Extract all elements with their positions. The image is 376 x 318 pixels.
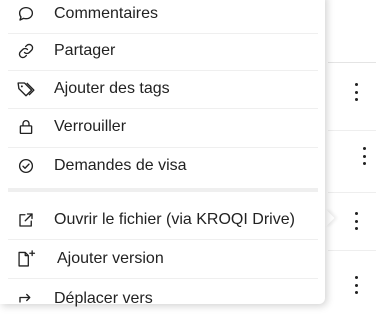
menu-item-move-to[interactable]: Déplacer vers (0, 280, 325, 318)
menu-item-open-file[interactable]: Ouvrir le fichier (via KROQI Drive) (0, 201, 325, 239)
menu-item-label: Demandes de visa (54, 157, 187, 174)
check-circle-icon (16, 156, 36, 176)
row-more-options-button[interactable] (353, 212, 359, 230)
menu-item-label: Partager (54, 42, 116, 59)
menu-item-label: Ajouter version (57, 250, 164, 267)
menu-section-divider (8, 188, 318, 192)
menu-item-add-tags[interactable]: Ajouter des tags (0, 70, 325, 108)
menu-item-comments[interactable]: Commentaires (0, 0, 325, 33)
row-divider (328, 130, 376, 131)
menu-item-label: Ouvrir le fichier (via KROQI Drive) (54, 211, 295, 228)
menu-item-label: Ajouter des tags (54, 80, 170, 97)
link-icon (16, 41, 36, 61)
menu-item-share[interactable]: Partager (0, 32, 325, 70)
menu-divider (8, 278, 318, 279)
header-divider (328, 62, 376, 63)
tag-icon (16, 79, 36, 99)
row-more-options-button[interactable] (353, 276, 359, 294)
menu-item-label: Commentaires (54, 5, 159, 22)
row-more-options-button[interactable] (361, 147, 367, 165)
row-more-options-button[interactable] (353, 83, 359, 101)
menu-item-add-version[interactable]: Ajouter version (0, 240, 325, 278)
external-link-icon (16, 210, 36, 230)
row-divider (328, 192, 376, 193)
lock-icon (16, 117, 36, 137)
menu-item-lock[interactable]: Verrouiller (0, 108, 325, 146)
menu-item-visa-requests[interactable]: Demandes de visa (0, 147, 325, 185)
comment-icon (16, 4, 36, 24)
context-menu: Commentaires Partager Ajouter des tags V… (0, 0, 325, 307)
move-icon (16, 289, 36, 309)
menu-item-label: Déplacer vers (54, 290, 153, 307)
menu-item-label: Verrouiller (54, 118, 127, 135)
row-divider (328, 250, 376, 251)
file-plus-icon (16, 249, 36, 269)
